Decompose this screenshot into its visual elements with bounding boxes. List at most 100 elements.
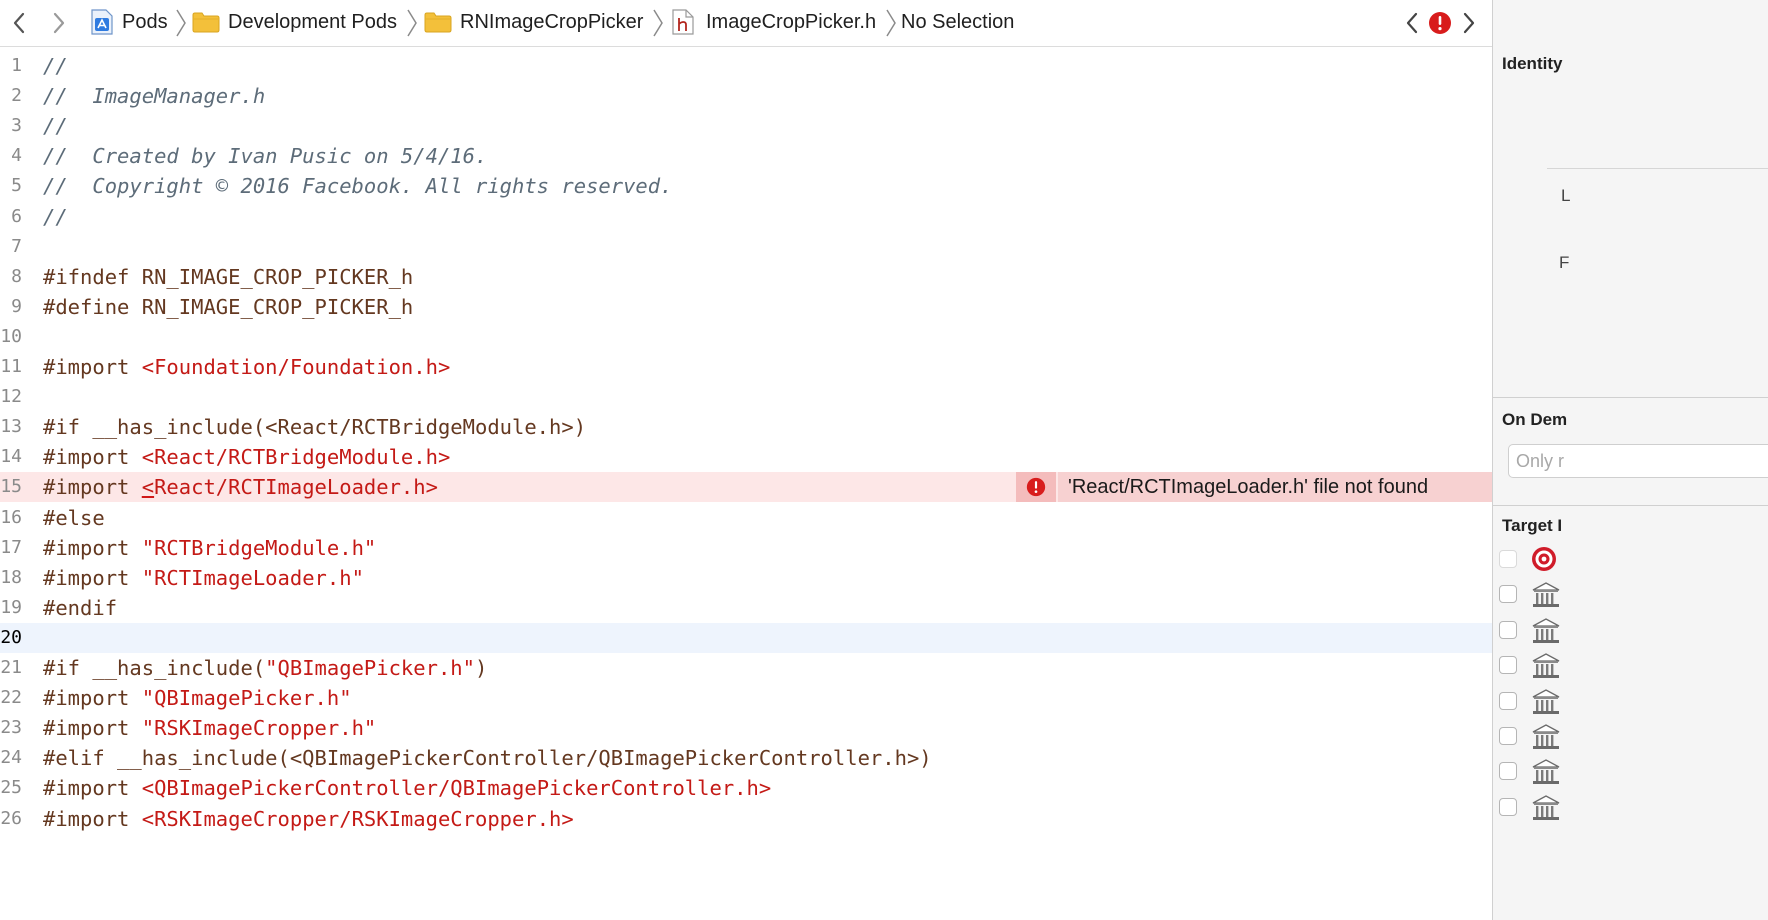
target-checkbox[interactable] [1499,797,1517,816]
line-number[interactable]: 15 [0,472,22,502]
target-checkbox[interactable] [1499,727,1517,745]
chevron-right-icon [1463,12,1475,34]
code-line[interactable]: 15 #import <React/RCTImageLoader.h> 'React… [0,472,1492,503]
code-line[interactable]: 21 #if __has_include("QBImagePicker.h") [0,653,1492,683]
code-token: #endif [43,595,118,620]
code-line[interactable]: 25 #import <QBImagePickerController/QBIma… [0,773,1492,803]
code-line[interactable]: 7 [0,232,1492,262]
breadcrumb-item-development-pods[interactable]: Development Pods [192,0,397,44]
code-line[interactable]: 17 #import "RCTBridgeModule.h" [0,533,1492,563]
line-number[interactable]: 22 [0,683,22,713]
target-checkbox[interactable] [1499,550,1517,568]
breadcrumb-separator-icon [886,9,896,37]
code-token: < [141,475,155,500]
code-line[interactable]: 20 [0,622,1492,653]
code-line[interactable]: 23 #import "RSKImageCropper.h" [0,713,1492,743]
line-number[interactable]: 9 [0,292,22,322]
back-button[interactable] [2,6,36,40]
code-token: #import [43,445,142,470]
code-token: // Created by Ivan Pusic on 5/4/16. [43,144,488,169]
library-icon [1531,617,1561,650]
code-line[interactable]: 16 #else [0,503,1492,533]
line-number[interactable]: 11 [0,352,22,382]
code-line[interactable]: 1 // [0,51,1492,81]
code-text: #else [43,503,105,533]
code-line[interactable]: 5 // Copyright © 2016 Facebook. All right… [0,171,1492,201]
code-text: #import <React/RCTBridgeModule.h> [43,442,450,472]
code-line[interactable]: 13 #if __has_include(<React/RCTBridgeModu… [0,412,1492,442]
line-number[interactable]: 25 [0,773,22,803]
line-number[interactable]: 18 [0,563,22,593]
code-line[interactable]: 24 #elif __has_include(<QBImagePickerCont… [0,743,1492,773]
line-number[interactable]: 5 [0,171,22,201]
target-checkbox[interactable] [1499,620,1517,639]
code-token: #ifndef RN_IMAGE_CROP_PICKER_h [43,264,414,289]
line-number[interactable]: 17 [0,533,22,563]
line-number[interactable]: 10 [0,322,22,352]
target-checkbox[interactable] [1499,691,1517,710]
code-line[interactable]: 2 // ImageManager.h [0,81,1492,111]
target-checkbox[interactable] [1499,762,1517,781]
source-editor[interactable]: 1 // 2 // ImageManager.h 3 // 4 // Created by I… [0,47,1492,920]
breadcrumb-item-no-selection[interactable]: No Selection [901,0,1014,44]
code-line[interactable]: 19 #endif [0,593,1492,623]
forward-button[interactable] [42,6,76,40]
code-line[interactable]: 9 #define RN_IMAGE_CROP_PICKER_h [0,292,1492,322]
code-line[interactable]: 6 // [0,202,1492,232]
code-token: #import [43,716,142,741]
line-number[interactable]: 21 [0,653,22,683]
breadcrumb-label: No Selection [901,10,1015,33]
next-issue-button[interactable] [1452,6,1486,40]
line-number[interactable]: 24 [0,743,22,773]
code-text: // [43,51,68,81]
code-token: #import [43,535,142,560]
line-number[interactable]: 2 [0,81,22,111]
library-icon [1531,688,1561,721]
header-file-icon [672,9,694,35]
code-line[interactable]: 26 #import <RSKImageCropper/RSKImageCropp… [0,804,1492,834]
code-token: #if __has_include(<React/RCTBridgeModule… [43,415,587,440]
error-annotation[interactable]: 'React/RCTImageLoader.h' file not found [1016,472,1492,503]
code-token: #import [43,776,142,801]
code-line[interactable]: 11 #import <Foundation/Foundation.h> [0,352,1492,382]
code-token: "RCTImageLoader.h" [141,565,364,590]
error-badge[interactable] [1016,472,1058,503]
line-number[interactable]: 12 [0,382,22,412]
line-number[interactable]: 14 [0,442,22,472]
code-line[interactable]: 8 #ifndef RN_IMAGE_CROP_PICKER_h [0,262,1492,292]
line-number[interactable]: 4 [0,141,22,171]
line-number[interactable]: 23 [0,713,22,743]
line-number[interactable]: 8 [0,262,22,292]
code-line[interactable]: 18 #import "RCTImageLoader.h" [0,563,1492,593]
line-number[interactable]: 20 [0,623,22,653]
line-number[interactable]: 7 [0,232,22,262]
code-token: // [43,54,68,78]
code-token: #import [43,475,142,500]
code-line[interactable]: 14 #import <React/RCTBridgeModule.h> [0,442,1492,472]
code-line[interactable]: 12 [0,382,1492,412]
target-checkbox[interactable] [1499,585,1517,604]
library-icon [1531,581,1561,614]
line-number[interactable]: 16 [0,503,22,533]
target-checkbox[interactable] [1499,656,1517,675]
code-line[interactable]: 3 // [0,111,1492,141]
breadcrumb-item-pods[interactable]: Pods [90,0,168,44]
on-demand-tags-input[interactable]: Only r [1508,444,1768,478]
line-number[interactable]: 6 [0,202,22,232]
target-row [1493,649,1768,684]
on-demand-section-title: On Dem [1502,410,1568,429]
breadcrumb-item-rnimagecroppicker[interactable]: RNImageCropPicker [424,0,643,44]
line-number[interactable]: 19 [0,593,22,623]
line-number[interactable]: 13 [0,412,22,442]
target-row [1493,720,1768,755]
code-token: // Copyright © 2016 Facebook. All rights… [43,174,673,199]
code-text: #if __has_include(<React/RCTBridgeModule… [43,412,586,442]
code-line[interactable]: 10 [0,322,1492,352]
code-line[interactable]: 4 // Created by Ivan Pusic on 5/4/16. [0,141,1492,171]
line-number[interactable]: 1 [0,51,22,81]
code-text: #import "RCTImageLoader.h" [43,563,364,593]
line-number[interactable]: 26 [0,804,22,834]
code-line[interactable]: 22 #import "QBImagePicker.h" [0,683,1492,713]
line-number[interactable]: 3 [0,111,22,141]
breadcrumb-item-imagecroppicker-h[interactable]: ImageCropPicker.h [672,0,876,44]
